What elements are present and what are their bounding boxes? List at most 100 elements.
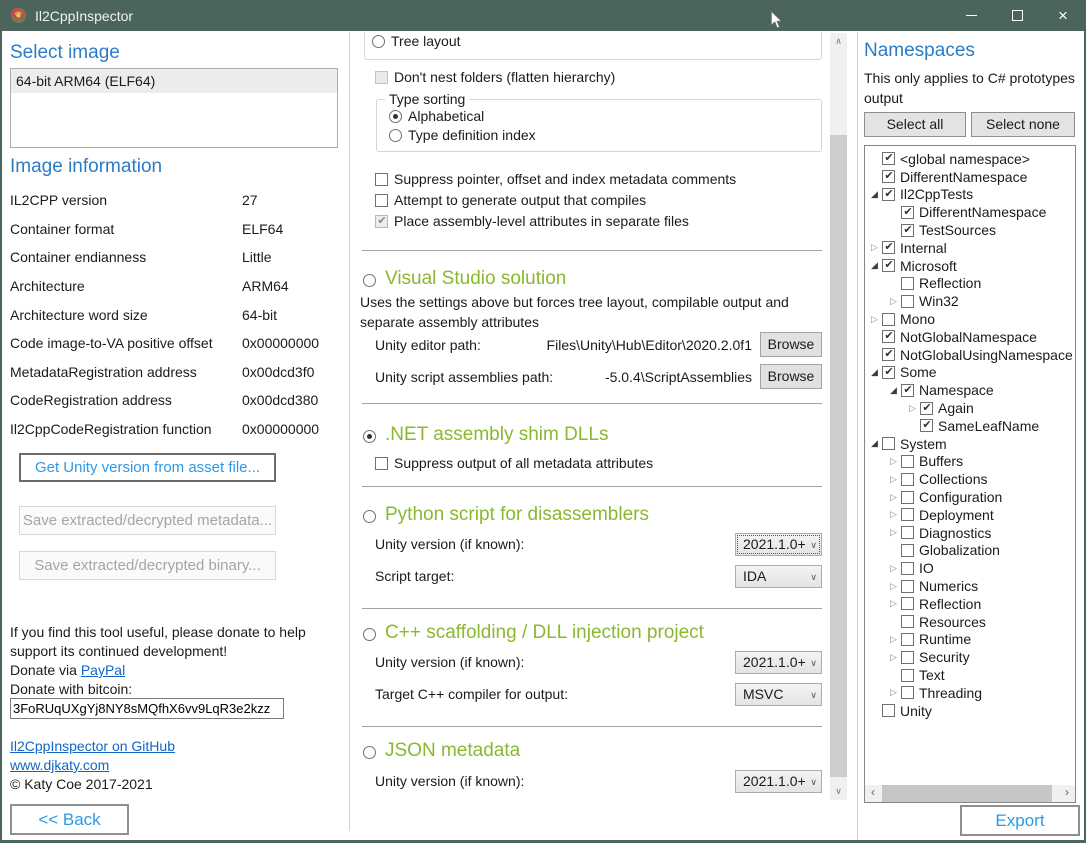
shim-dlls-section-header[interactable]: .NET assembly shim DLLs [363, 424, 609, 446]
namespace-checkbox[interactable] [901, 491, 914, 504]
maximize-button[interactable] [994, 0, 1040, 31]
flatten-hierarchy-option[interactable]: Don't nest folders (flatten hierarchy) [375, 71, 615, 85]
cpp-scaffolding-radio[interactable] [363, 628, 376, 641]
namespace-tree-item[interactable]: Text [865, 666, 1075, 684]
expand-arrow-icon[interactable]: ▷ [886, 492, 901, 503]
minimize-button[interactable] [948, 0, 994, 31]
expand-arrow-icon[interactable]: ▷ [886, 634, 901, 645]
paypal-link[interactable]: PayPal [81, 662, 125, 678]
expand-arrow-icon[interactable]: ▷ [867, 314, 882, 325]
namespace-tree-item[interactable]: ▷Configuration [865, 488, 1075, 506]
scrollbar-thumb[interactable] [882, 785, 1052, 802]
python-script-radio[interactable] [363, 510, 376, 523]
namespace-tree-item[interactable]: Resources [865, 613, 1075, 631]
namespace-tree-item[interactable]: ▷Buffers [865, 453, 1075, 471]
expand-arrow-icon[interactable]: ▷ [886, 527, 901, 538]
namespace-checkbox[interactable] [901, 508, 914, 521]
namespace-checkbox[interactable] [901, 562, 914, 575]
namespace-checkbox[interactable] [920, 419, 933, 432]
sort-typedef-radio[interactable] [389, 129, 402, 142]
sort-typedef-option[interactable]: Type definition index [389, 129, 536, 143]
scroll-up-icon[interactable]: ∧ [830, 33, 847, 50]
namespace-checkbox[interactable] [901, 384, 914, 397]
namespace-checkbox[interactable] [901, 224, 914, 237]
separate-attrs-checkbox[interactable] [375, 215, 388, 228]
namespaces-tree[interactable]: <global namespace>DifferentNamespace◢Il2… [864, 145, 1076, 803]
namespace-tree-item[interactable]: ▷IO [865, 559, 1075, 577]
github-link[interactable]: Il2CppInspector on GitHub [10, 738, 175, 754]
scroll-down-icon[interactable]: ∨ [830, 783, 847, 800]
expand-arrow-icon[interactable]: ▷ [886, 296, 901, 307]
namespace-checkbox[interactable] [882, 170, 895, 183]
namespace-checkbox[interactable] [882, 366, 895, 379]
namespace-checkbox[interactable] [901, 544, 914, 557]
scroll-right-icon[interactable]: › [1059, 785, 1075, 802]
namespace-tree-item[interactable]: <global namespace> [865, 150, 1075, 168]
namespace-checkbox[interactable] [882, 313, 895, 326]
tree-layout-radio[interactable] [372, 35, 385, 48]
options-vertical-scrollbar[interactable]: ∧ ∨ [830, 33, 847, 800]
select-all-button[interactable]: Select all [864, 112, 966, 137]
expand-arrow-icon[interactable]: ▷ [886, 456, 901, 467]
namespace-checkbox[interactable] [920, 402, 933, 415]
expand-arrow-icon[interactable]: ▷ [886, 563, 901, 574]
expand-arrow-icon[interactable]: ▷ [886, 474, 901, 485]
select-none-button[interactable]: Select none [971, 112, 1075, 137]
cpp-compiler-dropdown[interactable]: MSVC∨ [735, 683, 822, 706]
website-link[interactable]: www.djkaty.com [10, 757, 109, 773]
namespace-checkbox[interactable] [901, 295, 914, 308]
get-unity-version-button[interactable]: Get Unity version from asset file... [19, 453, 276, 482]
save-binary-button[interactable]: Save extracted/decrypted binary... [19, 551, 276, 580]
expand-arrow-icon[interactable]: ▷ [886, 509, 901, 520]
namespace-tree-item[interactable]: ▷Mono [865, 310, 1075, 328]
namespace-checkbox[interactable] [901, 651, 914, 664]
collapse-arrow-icon[interactable]: ◢ [886, 385, 901, 396]
namespace-checkbox[interactable] [901, 633, 914, 646]
attempt-compile-checkbox[interactable] [375, 194, 388, 207]
namespace-checkbox[interactable] [901, 669, 914, 682]
json-metadata-radio[interactable] [363, 746, 376, 759]
namespace-checkbox[interactable] [901, 526, 914, 539]
namespace-tree-item[interactable]: TestSources [865, 221, 1075, 239]
namespace-checkbox[interactable] [882, 259, 895, 272]
sort-alphabetical-option[interactable]: Alphabetical [389, 110, 484, 124]
namespace-tree-item[interactable]: ◢Microsoft [865, 257, 1075, 275]
namespace-tree-item[interactable]: NotGlobalNamespace [865, 328, 1075, 346]
separate-attrs-option[interactable]: Place assembly-level attributes in separ… [375, 215, 689, 229]
namespace-checkbox[interactable] [882, 241, 895, 254]
namespace-tree-item[interactable]: ▷Deployment [865, 506, 1075, 524]
suppress-metadata-attrs-option[interactable]: Suppress output of all metadata attribut… [375, 457, 653, 471]
vs-solution-section-header[interactable]: Visual Studio solution [363, 268, 566, 290]
namespace-checkbox[interactable] [882, 330, 895, 343]
script-target-dropdown[interactable]: IDA∨ [735, 565, 822, 588]
collapse-arrow-icon[interactable]: ◢ [867, 189, 882, 200]
image-listbox[interactable]: 64-bit ARM64 (ELF64) [10, 68, 338, 148]
namespace-tree-item[interactable]: ▷Reflection [865, 595, 1075, 613]
shim-dlls-radio[interactable] [363, 430, 376, 443]
namespace-checkbox[interactable] [901, 580, 914, 593]
expand-arrow-icon[interactable]: ▷ [886, 687, 901, 698]
tree-horizontal-scrollbar[interactable]: ‹ › [865, 785, 1075, 802]
json-metadata-section-header[interactable]: JSON metadata [363, 740, 520, 762]
namespace-checkbox[interactable] [901, 206, 914, 219]
browse-editor-path-button[interactable]: Browse [760, 332, 822, 357]
namespace-tree-item[interactable]: NotGlobalUsingNamespace [865, 346, 1075, 364]
namespace-checkbox[interactable] [901, 597, 914, 610]
namespace-tree-item[interactable]: ▷Internal [865, 239, 1075, 257]
namespace-tree-item[interactable]: ▷Security [865, 648, 1075, 666]
python-unity-version-dropdown[interactable]: 2021.1.0+∨ [735, 533, 822, 556]
namespace-checkbox[interactable] [901, 455, 914, 468]
suppress-comments-option[interactable]: Suppress pointer, offset and index metad… [375, 173, 736, 187]
flatten-hierarchy-checkbox[interactable] [375, 71, 388, 84]
namespace-tree-item[interactable]: Unity [865, 702, 1075, 720]
namespace-tree-item[interactable]: ▷Win32 [865, 292, 1075, 310]
namespace-tree-item[interactable]: ◢Namespace [865, 381, 1075, 399]
namespace-tree-item[interactable]: Globalization [865, 542, 1075, 560]
browse-assemblies-path-button[interactable]: Browse [760, 364, 822, 389]
close-button[interactable]: × [1040, 0, 1086, 31]
back-button[interactable]: << Back [10, 804, 129, 835]
collapse-arrow-icon[interactable]: ◢ [867, 438, 882, 449]
expand-arrow-icon[interactable]: ▷ [886, 652, 901, 663]
unity-editor-path-value[interactable]: Files\Unity\Hub\Editor\2020.2.0f1 [481, 337, 760, 353]
namespace-tree-item[interactable]: ◢Il2CppTests [865, 186, 1075, 204]
